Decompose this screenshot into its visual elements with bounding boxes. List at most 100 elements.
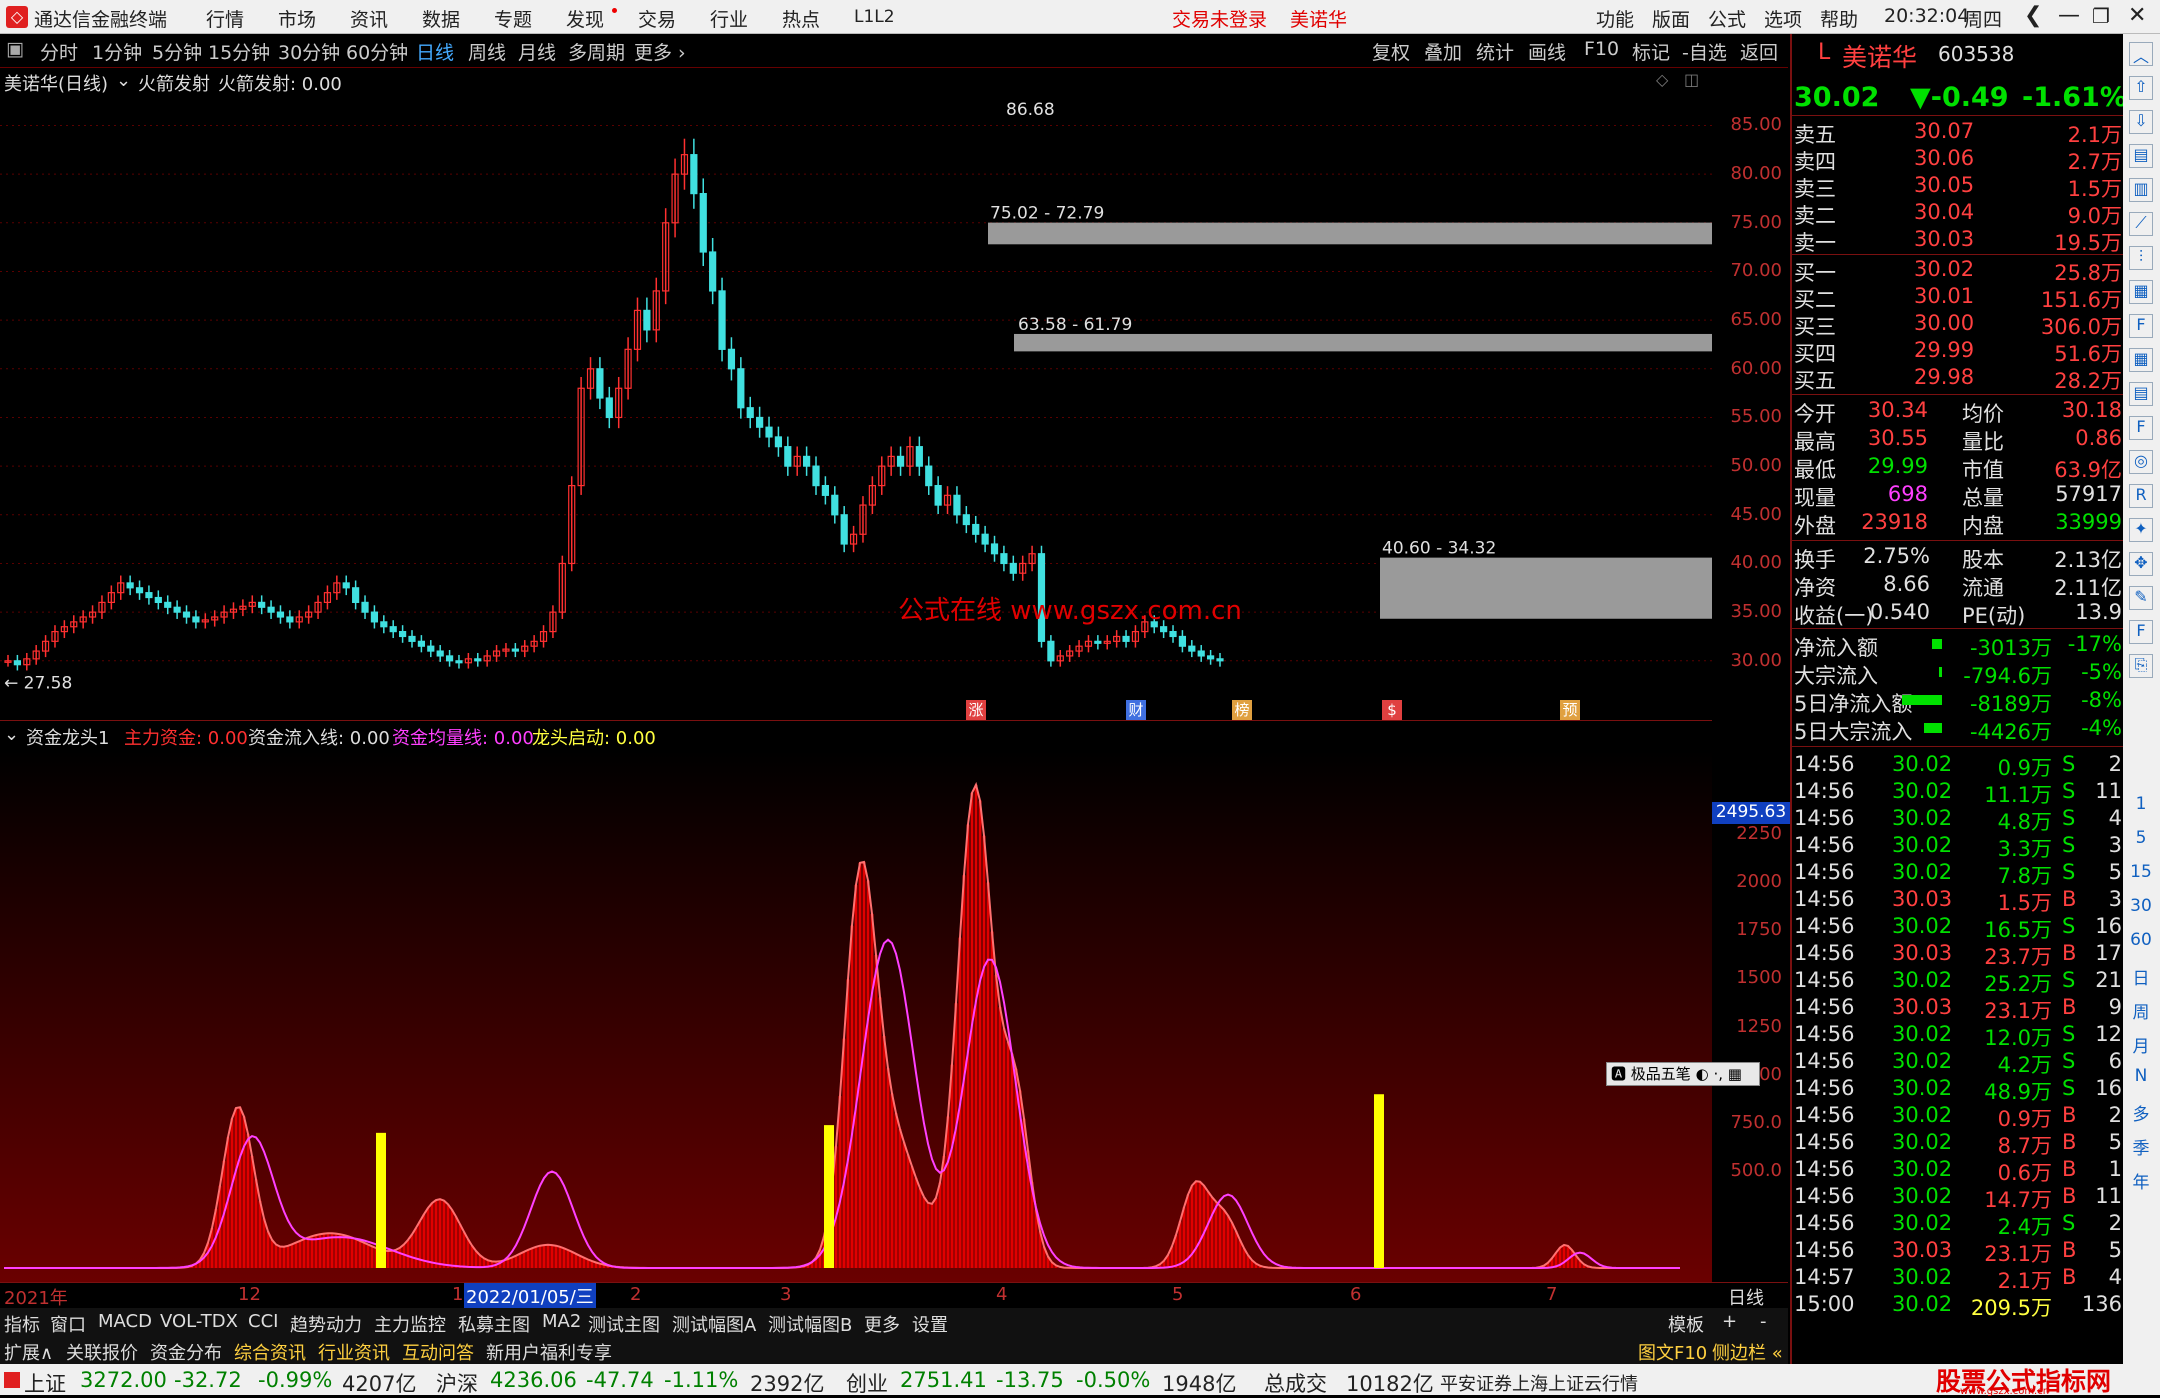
- cy-index-name[interactable]: 创业: [846, 1368, 888, 1398]
- rsi-icon[interactable]: R: [2129, 484, 2153, 508]
- export-icon[interactable]: ⎘: [2129, 654, 2153, 678]
- tab-more[interactable]: 更多: [864, 1311, 900, 1337]
- tab-sidebar[interactable]: 侧边栏 «: [1712, 1339, 1783, 1365]
- main-indicator-name[interactable]: 火箭发射: [138, 70, 210, 96]
- tool-adjust[interactable]: 复权: [1372, 38, 1410, 65]
- window-icon[interactable]: ◫: [1684, 70, 1699, 89]
- event-marker[interactable]: 财: [1126, 700, 1146, 720]
- add-pane-button[interactable]: +: [1722, 1311, 1737, 1332]
- bars-icon[interactable]: ▥: [2129, 178, 2153, 202]
- menu-market[interactable]: 行情: [206, 5, 244, 32]
- sidebar-period[interactable]: 30: [2129, 896, 2153, 916]
- sidebar-period[interactable]: 5: [2129, 828, 2153, 848]
- tab-window[interactable]: 窗口: [50, 1311, 86, 1337]
- grid-icon[interactable]: ▦: [2129, 348, 2153, 372]
- trade-login-notice[interactable]: 交易未登录: [1172, 5, 1267, 32]
- menu-help[interactable]: 帮助: [1820, 5, 1858, 32]
- ime-name[interactable]: 极品五笔: [1631, 1065, 1691, 1083]
- edit-icon[interactable]: ✎: [2129, 586, 2153, 610]
- sidebar-period[interactable]: 多: [2129, 1100, 2153, 1125]
- menu-topic[interactable]: 专题: [494, 5, 532, 32]
- minimize-icon[interactable]: —: [2058, 3, 2080, 28]
- menu-options[interactable]: 选项: [1764, 5, 1802, 32]
- circle-icon[interactable]: ◎: [2129, 450, 2153, 474]
- diamond-icon[interactable]: ◇: [1656, 70, 1668, 89]
- hs-index-name[interactable]: 沪深: [436, 1368, 478, 1398]
- tool-mark[interactable]: 标记: [1632, 38, 1670, 65]
- candlestick-chart[interactable]: 86.68 75.02 - 72.79 63.58 - 61.79 40.60 - 3…: [0, 96, 1712, 720]
- sidebar-period[interactable]: 1: [2129, 794, 2153, 814]
- sidebar-period[interactable]: 日: [2129, 964, 2153, 989]
- tab-general-news[interactable]: 综合资讯: [234, 1339, 306, 1365]
- period-60min[interactable]: 60分钟: [346, 38, 408, 65]
- tick-list[interactable]: 14:56 30.02 0.9万 S 2 14:56 30.02 11.1万 S 11 14:56 3…: [1792, 746, 2123, 1320]
- tab-template[interactable]: 模板: [1668, 1311, 1704, 1337]
- tool-overlay[interactable]: 叠加: [1424, 38, 1462, 65]
- tab-main-monitor[interactable]: 主力监控: [374, 1311, 446, 1337]
- tab-fund-dist[interactable]: 资金分布: [150, 1339, 222, 1365]
- tab-indicator[interactable]: 指标: [4, 1311, 40, 1337]
- event-marker[interactable]: 预: [1560, 700, 1580, 720]
- fs-icon[interactable]: F: [2129, 620, 2153, 644]
- menu-formula[interactable]: 公式: [1708, 5, 1746, 32]
- sh-index-name[interactable]: 上证: [24, 1368, 66, 1398]
- menu-industry[interactable]: 行业: [710, 5, 748, 32]
- close-icon[interactable]: ✕: [2128, 3, 2146, 28]
- ime-a-icon[interactable]: 🅰: [1611, 1065, 1626, 1083]
- tab-private-main[interactable]: 私募主图: [458, 1311, 530, 1337]
- ime-toolbar[interactable]: 🅰 极品五笔 ◐ ·, ▦: [1606, 1062, 1760, 1086]
- tab-macd[interactable]: MACD: [98, 1311, 152, 1332]
- back-icon[interactable]: ❮: [2024, 3, 2042, 28]
- star-icon[interactable]: ✦: [2129, 518, 2153, 542]
- sidebar-period[interactable]: 15: [2129, 862, 2153, 882]
- move-icon[interactable]: ✥: [2129, 552, 2153, 576]
- tab-vol-tdx[interactable]: VOL-TDX: [160, 1311, 238, 1332]
- book-icon[interactable]: ▤: [2129, 382, 2153, 406]
- moon-icon[interactable]: ◐: [1696, 1065, 1709, 1083]
- tool-stats[interactable]: 统计: [1476, 38, 1514, 65]
- menu-hot[interactable]: 热点: [782, 5, 820, 32]
- period-30min[interactable]: 30分钟: [278, 38, 340, 65]
- arrow-down-icon[interactable]: ⇩: [2129, 110, 2153, 134]
- tab-cci[interactable]: CCI: [248, 1311, 278, 1332]
- tab-settings[interactable]: 设置: [912, 1311, 948, 1337]
- period-weekly[interactable]: 周线: [468, 38, 506, 65]
- period-more[interactable]: 更多 ›: [634, 38, 686, 65]
- period-intraday[interactable]: 分时: [40, 38, 78, 65]
- period-1min[interactable]: 1分钟: [92, 38, 142, 65]
- tab-test-sub-b[interactable]: 测试幅图B: [768, 1311, 852, 1337]
- period-daily[interactable]: 日线: [416, 38, 454, 65]
- sub-indicator-name[interactable]: 资金龙头1: [26, 724, 109, 750]
- tab-expand[interactable]: 扩展∧: [4, 1339, 53, 1365]
- menu-l1l2[interactable]: L1L2: [854, 7, 895, 27]
- sidebar-period[interactable]: 季: [2129, 1134, 2153, 1159]
- panel-toggle-icon[interactable]: ▣: [6, 38, 24, 60]
- remove-pane-button[interactable]: -: [1760, 1311, 1767, 1332]
- chart-icon[interactable]: ▤: [2129, 144, 2153, 168]
- menu-news[interactable]: 资讯: [350, 5, 388, 32]
- menu-layout[interactable]: 版面: [1652, 5, 1690, 32]
- fund-indicator-chart[interactable]: [0, 750, 1712, 1282]
- tab-industry-news[interactable]: 行业资讯: [318, 1339, 390, 1365]
- tool-draw[interactable]: 画线: [1528, 38, 1566, 65]
- event-marker[interactable]: 榜: [1232, 700, 1252, 720]
- indicator-dropdown-icon[interactable]: ⌄: [4, 724, 19, 745]
- sidebar-period[interactable]: 周: [2129, 998, 2153, 1023]
- f2-icon[interactable]: F: [2129, 416, 2153, 440]
- period-5min[interactable]: 5分钟: [152, 38, 202, 65]
- menu-exchange[interactable]: 市场: [278, 5, 316, 32]
- tab-new-user-promo[interactable]: 新用户福利专享: [486, 1339, 612, 1365]
- indicator-dropdown-icon[interactable]: ⌄: [116, 70, 131, 91]
- menu-discover[interactable]: 发现: [566, 5, 604, 32]
- tab-trend-power[interactable]: 趋势动力: [290, 1311, 362, 1337]
- event-marker[interactable]: $: [1382, 700, 1402, 720]
- trend-icon[interactable]: ⟋: [2129, 212, 2153, 236]
- tab-test-main[interactable]: 测试主图: [588, 1311, 660, 1337]
- tab-f10[interactable]: 图文F10: [1638, 1339, 1707, 1365]
- list-icon[interactable]: ▦: [2129, 280, 2153, 304]
- sidebar-period[interactable]: N: [2129, 1066, 2153, 1086]
- tool-f10[interactable]: F10: [1584, 38, 1619, 60]
- event-marker[interactable]: 涨: [966, 700, 986, 720]
- menu-trade[interactable]: 交易: [638, 5, 676, 32]
- arrow-up-icon[interactable]: ⇧: [2129, 76, 2153, 100]
